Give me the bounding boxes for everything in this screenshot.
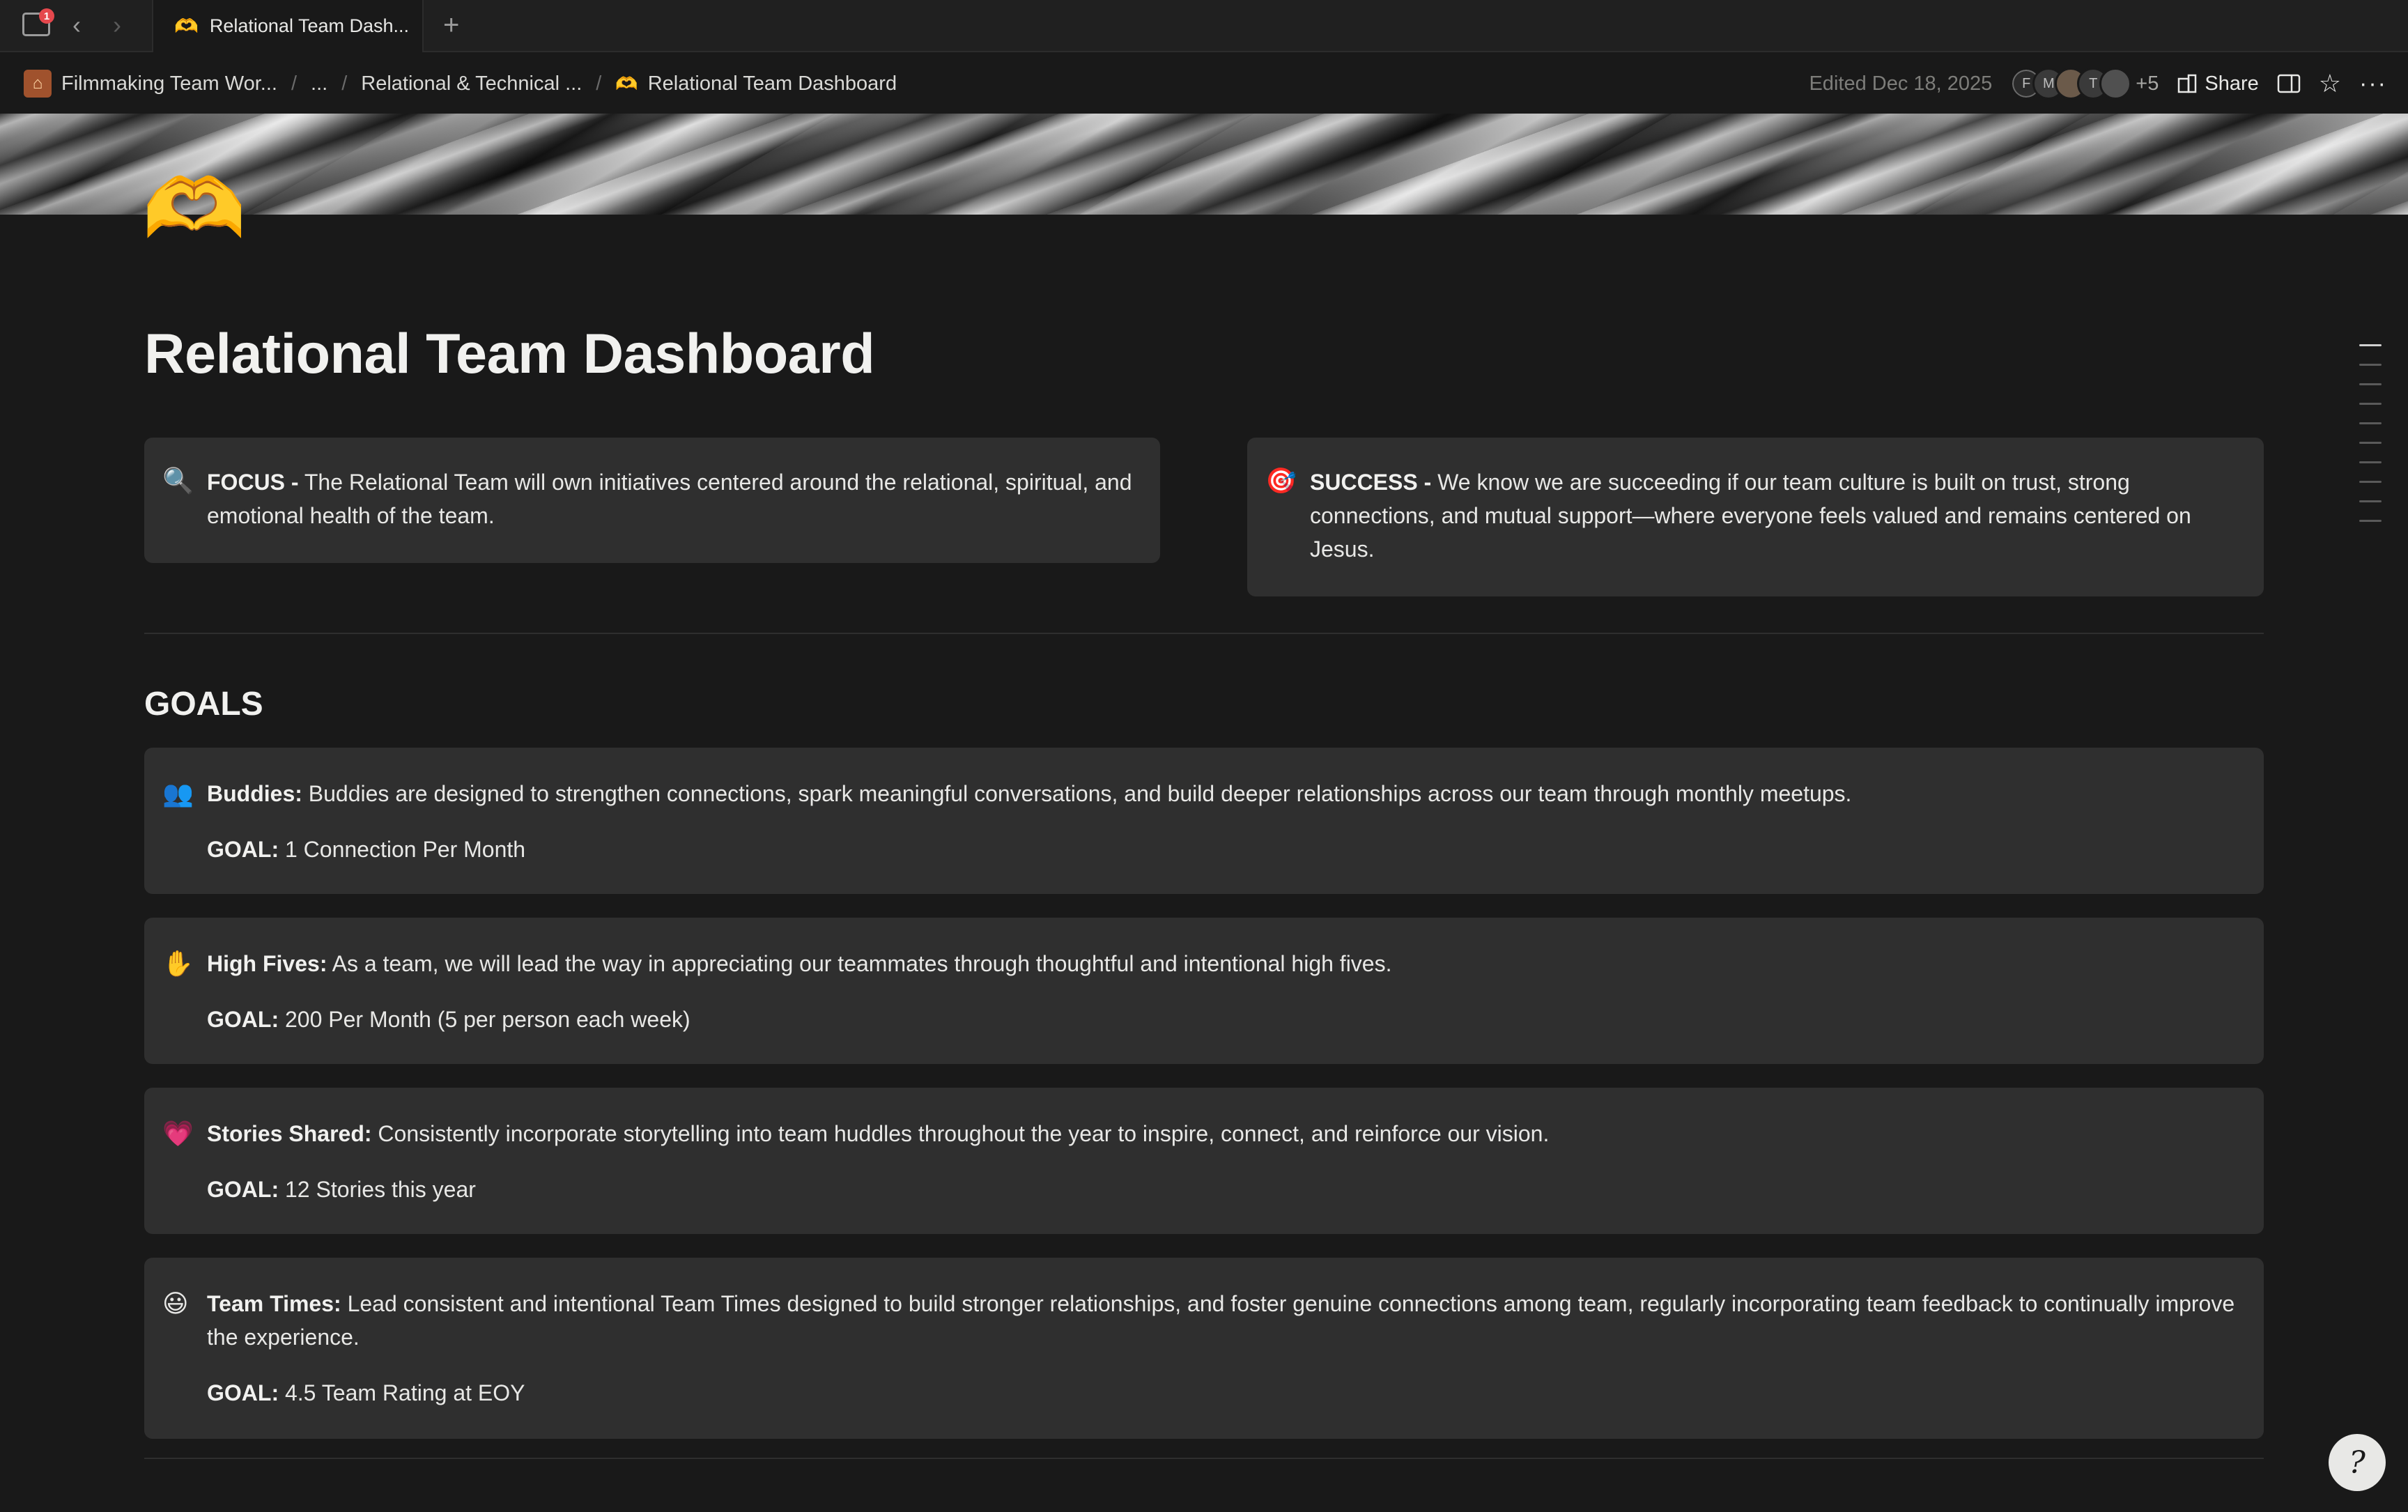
focus-callout[interactable]: 🔍 FOCUS - The Relational Team will own i…	[144, 438, 1160, 563]
collaborator-avatars[interactable]: F M T +5	[2010, 68, 2159, 100]
direct-hit-icon: 🎯	[1265, 466, 1297, 495]
goal-label: GOAL:	[207, 1177, 279, 1202]
success-text: We know we are succeeding if our team cu…	[1310, 470, 2191, 562]
goal-label: GOAL:	[207, 1007, 279, 1032]
goal-description: As a team, we will lead the way in appre…	[327, 951, 1392, 976]
browser-tab-bar: 1 ‹ › 🫶 Relational Team Dash... +	[0, 0, 2408, 52]
divider	[144, 1458, 2264, 1459]
breadcrumb-item-workspace[interactable]: Filmmaking Team Wor...	[61, 72, 277, 95]
breadcrumb: ⌂ Filmmaking Team Wor... / ... / Relatio…	[24, 54, 897, 114]
toc-line	[2359, 500, 2382, 502]
edited-timestamp: Edited Dec 18, 2025	[1809, 72, 1993, 95]
breadcrumb-item-current[interactable]: Relational Team Dashboard	[648, 72, 897, 95]
workspace-home-icon: ⌂	[24, 70, 52, 98]
table-of-contents-indicator[interactable]	[2359, 344, 2382, 539]
breadcrumb-separator: /	[341, 72, 348, 95]
share-button[interactable]: Share	[2177, 72, 2259, 95]
active-tab[interactable]: 🫶 Relational Team Dash...	[152, 0, 424, 52]
avatar	[2099, 68, 2132, 100]
goal-value: 4.5 Team Rating at EOY	[279, 1380, 525, 1405]
raised-hand-icon: ✋	[162, 949, 194, 978]
toc-line	[2359, 364, 2382, 366]
growing-heart-icon: 💗	[162, 1119, 194, 1148]
goal-name: High Fives:	[207, 951, 327, 976]
share-label: Share	[2205, 72, 2259, 95]
goal-callout-high-fives[interactable]: ✋ High Fives: As a team, we will lead th…	[144, 918, 2264, 1064]
goal-label: GOAL:	[207, 837, 279, 862]
breadcrumb-separator: /	[291, 72, 298, 95]
breadcrumb-separator: /	[596, 72, 602, 95]
goal-name: Stories Shared:	[207, 1121, 372, 1146]
toc-line	[2359, 442, 2382, 444]
help-glyph: ?	[2349, 1444, 2365, 1481]
goal-callout-buddies[interactable]: 👥 Buddies: Buddies are designed to stren…	[144, 748, 2264, 894]
forward-arrow-icon[interactable]: ›	[113, 13, 121, 38]
goal-callout-stories-shared[interactable]: 💗 Stories Shared: Consistently incorpora…	[144, 1088, 2264, 1234]
back-arrow-icon[interactable]: ‹	[72, 13, 81, 38]
focus-label: FOCUS -	[207, 470, 299, 495]
help-button[interactable]: ?	[2329, 1434, 2386, 1491]
heart-hands-page-icon[interactable]: 🫶	[142, 167, 254, 251]
goal-description: Consistently incorporate storytelling in…	[371, 1121, 1550, 1146]
page-topbar: ⌂ Filmmaking Team Wor... / ... / Relatio…	[0, 54, 2408, 114]
divider	[144, 633, 2264, 634]
notification-badge: 1	[39, 8, 54, 24]
goal-description: Lead consistent and intentional Team Tim…	[207, 1291, 2235, 1350]
favorite-star-icon[interactable]: ☆	[2319, 69, 2341, 98]
heart-hands-icon: 🫶	[174, 15, 199, 37]
side-peek-icon[interactable]	[2277, 73, 2301, 94]
breadcrumb-item-parent[interactable]: Relational & Technical ...	[361, 72, 582, 95]
goals-heading[interactable]: GOALS	[144, 685, 263, 723]
smiling-face-icon: 😃	[162, 1289, 189, 1318]
goal-callout-team-times[interactable]: 😃 Team Times: Lead consistent and intent…	[144, 1258, 2264, 1439]
goal-label: GOAL:	[207, 1380, 279, 1405]
goal-name: Buddies:	[207, 781, 302, 806]
breadcrumb-item-ellipsis[interactable]: ...	[311, 72, 327, 95]
toc-line	[2359, 383, 2382, 385]
goal-value: 12 Stories this year	[279, 1177, 476, 1202]
goal-value: 200 Per Month (5 per person each week)	[279, 1007, 690, 1032]
page-title[interactable]: Relational Team Dashboard	[144, 322, 875, 387]
success-label: SUCCESS -	[1310, 470, 1432, 495]
more-options-icon[interactable]: ···	[2359, 70, 2387, 98]
toc-line	[2359, 461, 2382, 463]
busts-in-silhouette-icon: 👥	[162, 779, 194, 808]
heart-hands-icon: 🫶	[615, 72, 638, 94]
focus-text: The Relational Team will own initiatives…	[207, 470, 1132, 528]
toc-line	[2359, 344, 2382, 346]
goal-value: 1 Connection Per Month	[279, 837, 526, 862]
tab-title: Relational Team Dash...	[209, 15, 410, 36]
success-callout[interactable]: 🎯 SUCCESS - We know we are succeeding if…	[1247, 438, 2264, 596]
page-cover-image	[0, 114, 2408, 215]
topbar-actions: Edited Dec 18, 2025 F M T +5 Share ☆ ···	[1809, 54, 2387, 114]
toc-line	[2359, 520, 2382, 522]
toc-line	[2359, 403, 2382, 405]
toc-line	[2359, 481, 2382, 483]
goal-description: Buddies are designed to strengthen conne…	[302, 781, 1852, 806]
new-tab-plus-icon[interactable]: +	[443, 11, 459, 39]
more-collaborators-count[interactable]: +5	[2136, 72, 2159, 95]
magnifying-glass-icon: 🔍	[162, 466, 194, 495]
goal-name: Team Times:	[207, 1291, 341, 1316]
toc-line	[2359, 422, 2382, 424]
share-building-icon	[2178, 74, 2197, 93]
